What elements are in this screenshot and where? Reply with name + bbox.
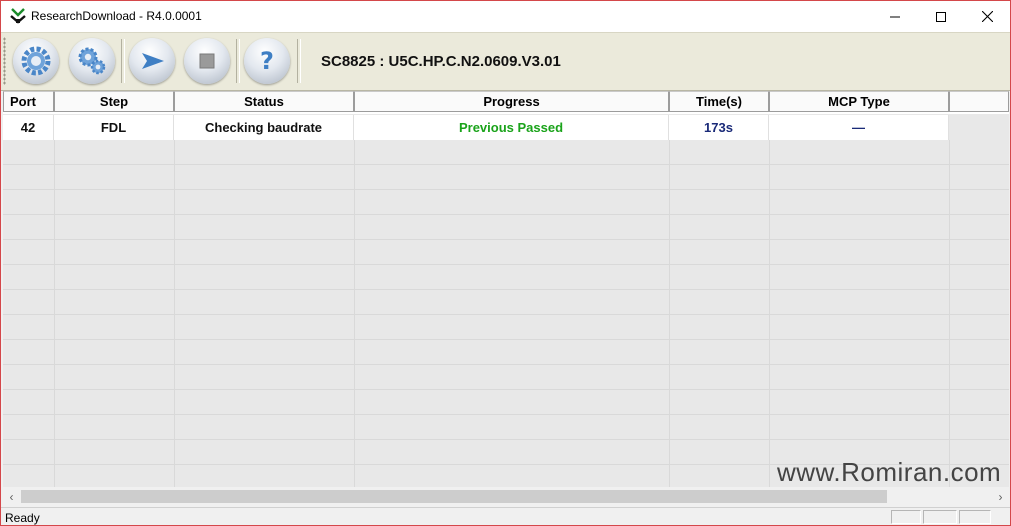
status-pane xyxy=(923,510,957,524)
cell-progress: Previous Passed xyxy=(354,115,669,140)
help-button[interactable]: ? xyxy=(244,38,290,84)
load-packet-gear-icon xyxy=(21,46,51,76)
toolbar-grip[interactable] xyxy=(3,37,6,85)
column-header-port[interactable]: Port xyxy=(3,91,54,112)
status-bar: Ready xyxy=(1,507,1010,525)
maximize-icon xyxy=(936,11,946,22)
scroll-thumb[interactable] xyxy=(21,490,887,503)
column-header-status[interactable]: Status xyxy=(174,91,354,112)
stop-download-button[interactable] xyxy=(184,38,230,84)
device-version-label: SC8825 : U5C.HP.C.N2.0609.V3.01 xyxy=(321,53,561,70)
close-icon xyxy=(981,11,993,22)
status-text: Ready xyxy=(5,511,40,525)
column-header-progress[interactable]: Progress xyxy=(354,91,669,112)
toolbar-separator xyxy=(121,39,125,83)
horizontal-scrollbar[interactable]: ‹ › xyxy=(3,488,1009,505)
cell-time: 173s xyxy=(669,115,769,140)
close-button[interactable] xyxy=(964,1,1010,32)
toolbar: ? SC8825 : U5C.HP.C.N2.0609.V3.01 xyxy=(1,32,1010,91)
watermark-text: www.Romiran.com xyxy=(777,457,1002,487)
settings-gears-icon xyxy=(78,47,106,75)
column-divider xyxy=(769,140,770,487)
status-pane xyxy=(891,510,921,524)
column-header-filler xyxy=(949,91,1009,112)
load-packet-button[interactable] xyxy=(13,38,59,84)
status-pane xyxy=(959,510,991,524)
chevron-left-icon: ‹ xyxy=(9,489,14,504)
toolbar-separator xyxy=(297,39,301,83)
scroll-right-button[interactable]: › xyxy=(992,488,1009,505)
start-download-arrow-icon xyxy=(142,53,164,69)
cell-port: 42 xyxy=(3,115,54,140)
table-row[interactable]: 42 FDL Checking baudrate Previous Passed… xyxy=(3,115,949,140)
column-divider xyxy=(174,140,175,487)
maximize-button[interactable] xyxy=(918,1,964,32)
column-divider xyxy=(949,140,950,487)
cell-mcp-type: — xyxy=(769,115,949,140)
minimize-button[interactable] xyxy=(872,1,918,32)
column-header-step[interactable]: Step xyxy=(54,91,174,112)
help-question-icon: ? xyxy=(260,47,274,75)
svg-text:?: ? xyxy=(260,47,274,75)
app-logo-icon xyxy=(9,7,27,25)
column-header-mcp-type[interactable]: MCP Type xyxy=(769,91,949,112)
table-header: Port Step Status Progress Time(s) MCP Ty… xyxy=(3,91,1009,114)
column-divider xyxy=(669,140,670,487)
chevron-right-icon: › xyxy=(998,489,1003,504)
settings-button[interactable] xyxy=(69,38,115,84)
column-divider xyxy=(54,140,55,487)
start-download-button[interactable] xyxy=(129,38,175,84)
cell-status: Checking baudrate xyxy=(174,115,354,140)
minimize-icon xyxy=(890,16,900,17)
scroll-left-button[interactable]: ‹ xyxy=(3,488,20,505)
title-bar: ResearchDownload - R4.0.0001 xyxy=(1,1,1010,32)
toolbar-separator xyxy=(236,39,240,83)
column-divider xyxy=(354,140,355,487)
column-header-time[interactable]: Time(s) xyxy=(669,91,769,112)
port-status-table: Port Step Status Progress Time(s) MCP Ty… xyxy=(3,91,1009,487)
window-title: ResearchDownload - R4.0.0001 xyxy=(31,9,202,23)
stop-download-square-icon xyxy=(199,53,215,69)
cell-step: FDL xyxy=(54,115,174,140)
app-window: ResearchDownload - R4.0.0001 ? SC8825: … xyxy=(0,0,1011,526)
empty-rows xyxy=(3,140,1009,487)
